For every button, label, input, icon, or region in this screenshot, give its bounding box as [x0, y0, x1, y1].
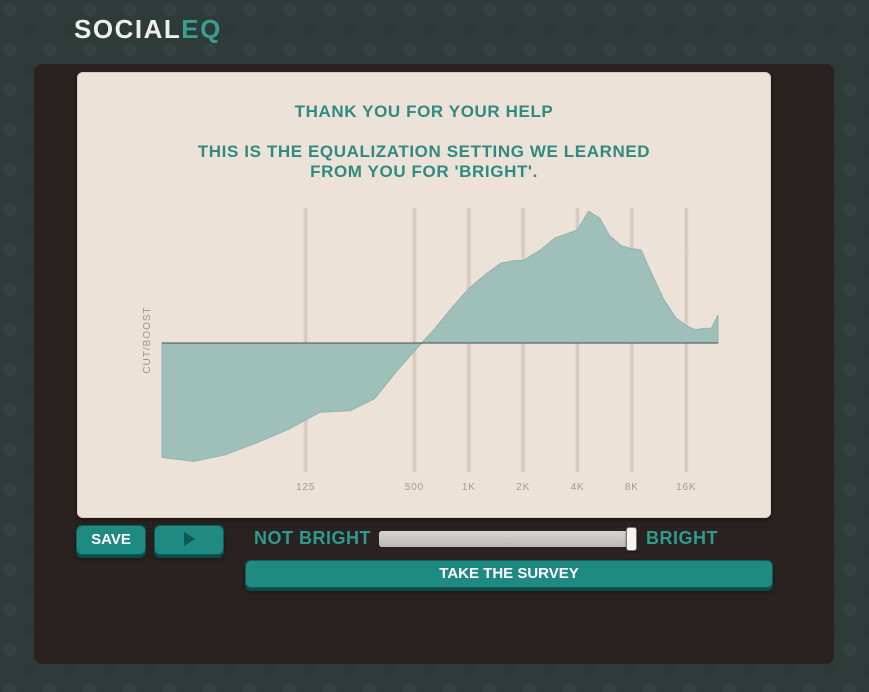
- x-tick-label: 8K: [625, 482, 639, 493]
- play-icon: [183, 532, 195, 547]
- take-survey-button[interactable]: TAKE THE SURVEY: [245, 560, 773, 588]
- x-tick-label: 1K: [462, 482, 476, 493]
- gridline: [302, 208, 309, 472]
- y-axis-label: CUT/BOOST: [142, 306, 153, 373]
- x-axis-ticks: 125 500 1K 2K 4K 8K 16K: [296, 482, 696, 493]
- save-button[interactable]: SAVE: [76, 525, 146, 555]
- x-tick-label: 2K: [516, 482, 530, 493]
- brightness-slider[interactable]: [379, 527, 637, 551]
- slider-fill: [379, 531, 631, 547]
- x-tick-label: 125: [296, 482, 315, 493]
- result-card: THANK YOU FOR YOUR HELP THIS IS THE EQUA…: [77, 72, 771, 518]
- eq-curve-chart: CUT/BOOST 125 500 1K 2K 4K 8K 16K: [142, 208, 719, 493]
- logo-social: SOCIAL: [74, 14, 182, 44]
- slider-thumb[interactable]: [626, 527, 637, 551]
- logo-eq: EQ: [181, 14, 222, 44]
- x-tick-label: 500: [405, 482, 424, 493]
- x-tick-label: 16K: [676, 482, 696, 493]
- gridline: [411, 208, 418, 472]
- slider-min-label: NOT BRIGHT: [254, 528, 371, 548]
- app-logo: SOCIALEQ: [74, 14, 222, 45]
- slider-max-label: BRIGHT: [646, 528, 718, 548]
- play-button[interactable]: [154, 525, 224, 555]
- x-tick-label: 4K: [571, 482, 585, 493]
